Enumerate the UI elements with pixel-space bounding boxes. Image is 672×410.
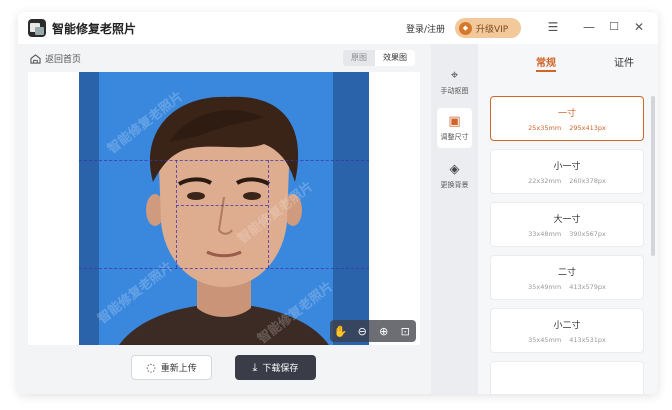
size-mm: 33x48mm (528, 230, 562, 238)
size-name: 二寸 (557, 268, 576, 278)
tab-id-photo[interactable]: 证件 (614, 54, 634, 69)
size-mm: 35x49mm (528, 283, 562, 291)
back-home-link[interactable]: 返回首页 (30, 52, 81, 65)
guide-line (176, 205, 268, 206)
size-option-partial[interactable] (490, 361, 644, 394)
zoom-in-icon[interactable]: ⊕ (376, 325, 392, 338)
reupload-label: 重新上传 (160, 364, 197, 374)
size-name: 小一寸 (553, 162, 581, 172)
size-list-scrollbar[interactable] (651, 96, 655, 256)
paint-bucket-icon: ◈ (449, 162, 460, 177)
view-result-tab[interactable]: 效果图 (375, 50, 415, 66)
size-px: 390x567px (569, 230, 606, 238)
app-title: 智能修复老照片 (52, 22, 137, 36)
app-window: 智能修复老照片 登录/注册 ◆ 升级VIP ☰ — ☐ ✕ 返回首页 原图 效果… (18, 12, 658, 394)
photo-canvas[interactable]: 智能修复老照片 智能修复老照片 智能修复老照片 智能修复老照片 ✋ ⊖ ⊕ ⊡ (28, 72, 420, 345)
maximize-icon[interactable]: ☐ (607, 20, 621, 33)
tool-label: 调整尺寸 (440, 133, 469, 141)
minimize-icon[interactable]: — (582, 20, 596, 34)
guide-line (79, 160, 369, 161)
size-name: 小二寸 (553, 321, 581, 331)
close-icon[interactable]: ✕ (632, 20, 646, 34)
tool-strip: ⌖ 手动抠图 ▣ 调整尺寸 ◈ 更换背景 (431, 44, 478, 394)
tool-resize[interactable]: ▣ 调整尺寸 (437, 108, 472, 148)
size-px: 295x413px (569, 124, 606, 132)
tool-change-background[interactable]: ◈ 更换背景 (437, 156, 472, 196)
guide-line (79, 268, 369, 269)
size-option[interactable]: 大一寸 33x48mm 390x567px (490, 202, 644, 247)
guide-line (176, 160, 177, 268)
size-name: 大一寸 (553, 215, 581, 225)
download-save-button[interactable]: ⤓ 下载保存 (235, 355, 316, 380)
tab-regular[interactable]: 常规 (536, 54, 556, 69)
vip-label: 升级VIP (476, 24, 509, 35)
size-mm: 35x45mm (528, 336, 562, 344)
view-toggle: 原图 效果图 (343, 50, 415, 66)
zoom-controls: ✋ ⊖ ⊕ ⊡ (330, 320, 416, 342)
tool-label: 更换背景 (440, 181, 469, 189)
refresh-icon: ◌ (146, 361, 156, 374)
diamond-icon: ◆ (459, 21, 472, 35)
tool-label: 手动抠图 (440, 87, 469, 95)
fit-icon[interactable]: ⊡ (397, 325, 413, 338)
guide-line (268, 160, 269, 268)
size-px: 260x378px (569, 177, 606, 185)
size-option[interactable]: 一寸 25x35mm 295x413px (490, 96, 644, 141)
size-option[interactable]: 小二寸 35x45mm 413x531px (490, 308, 644, 353)
portrait-photo: 智能修复老照片 智能修复老照片 智能修复老照片 智能修复老照片 (79, 72, 369, 345)
size-option[interactable]: 小一寸 22x32mm 260x378px (490, 149, 644, 194)
size-panel: 常规 证件 一寸 25x35mm 295x413px 小一寸 22x32mm 260… (478, 44, 658, 394)
tool-manual-cutout[interactable]: ⌖ 手动抠图 (437, 62, 472, 102)
size-px: 413x531px (569, 336, 606, 344)
app-logo-icon (28, 19, 46, 37)
title-bar: 智能修复老照片 登录/注册 ◆ 升级VIP ☰ — ☐ ✕ (18, 12, 658, 44)
size-mm: 22x32mm (528, 177, 562, 185)
view-original-tab[interactable]: 原图 (343, 50, 375, 66)
active-tab-indicator (536, 70, 556, 72)
size-px: 413x579px (569, 283, 606, 291)
hand-icon[interactable]: ✋ (333, 325, 349, 338)
menu-icon[interactable]: ☰ (546, 20, 560, 34)
size-mm: 25x35mm (528, 124, 562, 132)
back-home-label: 返回首页 (45, 55, 82, 65)
download-icon: ⤓ (252, 360, 258, 374)
size-name: 一寸 (557, 109, 576, 119)
size-option[interactable]: 二寸 35x49mm 413x579px (490, 255, 644, 300)
download-label: 下载保存 (262, 364, 299, 374)
cursor-icon: ⌖ (450, 68, 459, 83)
home-icon (30, 53, 41, 64)
zoom-out-icon[interactable]: ⊖ (354, 325, 370, 338)
login-register-link[interactable]: 登录/注册 (406, 22, 445, 35)
upgrade-vip-button[interactable]: ◆ 升级VIP (455, 18, 521, 38)
reupload-button[interactable]: ◌ 重新上传 (131, 355, 212, 380)
resize-icon: ▣ (448, 114, 461, 129)
